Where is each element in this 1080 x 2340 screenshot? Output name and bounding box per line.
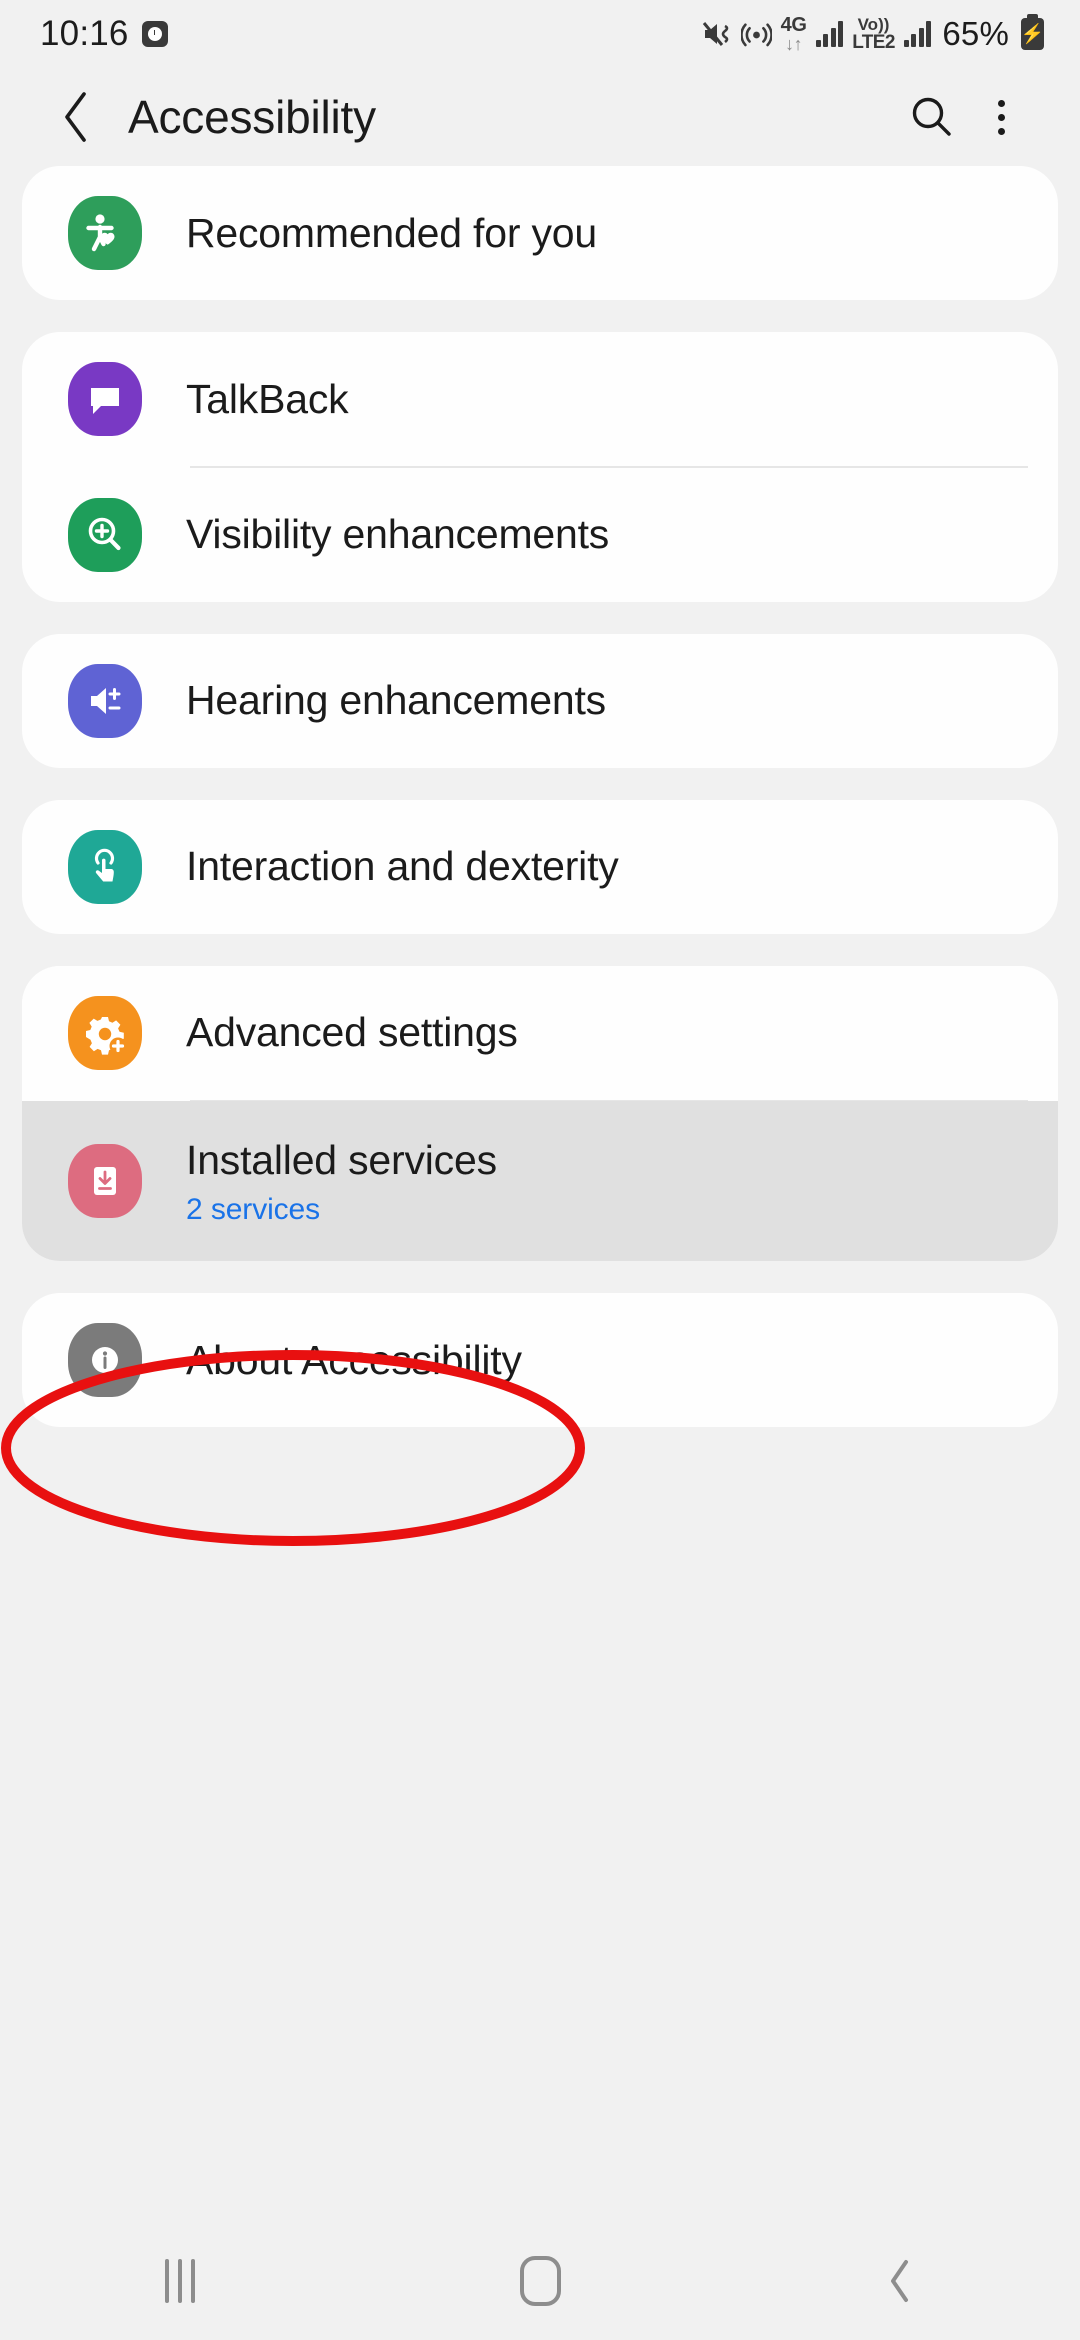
list-item-title: Interaction and dexterity (186, 843, 619, 890)
settings-group: TalkBack Visibility enhancements (22, 332, 1058, 602)
magnifier-plus-icon (68, 497, 142, 572)
status-bar-left: 10:16 (40, 14, 168, 54)
list-item-text: Advanced settings (186, 1007, 518, 1057)
settings-group: Advanced settings Installed services 2 s… (22, 965, 1058, 1261)
signal-strength-sim1-icon (815, 21, 844, 47)
battery-charging-icon: ⚡ (1021, 14, 1044, 50)
settings-list: Recommended for you TalkBack Visibility … (0, 166, 1080, 1459)
list-item-title: Recommended for you (186, 209, 597, 256)
touch-hand-icon (68, 829, 142, 904)
alarm-clock-icon (141, 21, 168, 47)
list-item-text: Installed services 2 services (186, 1135, 497, 1226)
list-item-text: Recommended for you (186, 208, 597, 258)
list-item-interaction-and-dexterity[interactable]: Interaction and dexterity (22, 800, 1058, 934)
page-title: Accessibility (128, 91, 376, 143)
mobile-hotspot-icon (740, 19, 772, 49)
list-item-installed-services[interactable]: Installed services 2 services (22, 1101, 1058, 1261)
speaker-plus-minus-icon (68, 663, 142, 738)
back-chevron-icon[interactable] (46, 87, 106, 147)
volte-indicator-icon: Vo)) LTE2 (852, 14, 895, 53)
list-item-title: About Accessibility (186, 1336, 522, 1383)
accessibility-person-heart-icon (68, 196, 142, 270)
accessibility-settings-screen: 10:16 4G ↓↑ Vo)) LTE2 65% ⚡ Accessibilit… (0, 0, 1080, 2340)
status-bar: 10:16 4G ↓↑ Vo)) LTE2 65% ⚡ (0, 0, 1080, 68)
list-item-text: TalkBack (186, 374, 349, 424)
home-icon[interactable] (455, 2231, 625, 2331)
info-circle-icon (68, 1323, 142, 1397)
settings-group: Interaction and dexterity (22, 799, 1058, 934)
search-icon[interactable] (896, 82, 966, 152)
list-item-title: Visibility enhancements (186, 511, 610, 558)
list-item-subtitle: 2 services (186, 1192, 321, 1226)
status-bar-clock: 10:16 (40, 14, 129, 53)
settings-group: Recommended for you (22, 166, 1058, 300)
speech-bubble-icon (68, 362, 142, 436)
list-item-about-accessibility[interactable]: About Accessibility (22, 1293, 1058, 1427)
list-item-text: About Accessibility (186, 1335, 522, 1385)
list-item-talkback[interactable]: TalkBack (22, 332, 1058, 466)
signal-strength-sim2-icon (903, 21, 932, 47)
battery-percent-label: 65% (942, 15, 1009, 52)
list-item-advanced-settings[interactable]: Advanced settings (22, 965, 1058, 1100)
list-item-recommended-for-you[interactable]: Recommended for you (22, 166, 1058, 300)
system-navigation-bar (0, 2222, 1080, 2340)
list-item-hearing-enhancements[interactable]: Hearing enhancements (22, 634, 1058, 768)
list-item-title: Hearing enhancements (186, 677, 606, 724)
sound-off-vibrate-icon (702, 20, 732, 48)
recents-icon[interactable] (95, 2231, 265, 2331)
list-item-text: Interaction and dexterity (186, 841, 619, 891)
list-item-title: Installed services (186, 1137, 497, 1184)
more-options-icon[interactable] (966, 82, 1036, 152)
list-item-text: Hearing enhancements (186, 675, 606, 725)
list-item-visibility-enhancements[interactable]: Visibility enhancements (22, 468, 1058, 602)
gear-plus-icon (68, 995, 142, 1070)
list-item-text: Visibility enhancements (186, 509, 609, 559)
settings-group: About Accessibility (22, 1293, 1058, 1427)
back-icon[interactable] (815, 2231, 985, 2331)
list-item-title: TalkBack (186, 375, 349, 422)
network-type-indicator: 4G ↓↑ (780, 14, 807, 54)
settings-group: Hearing enhancements (22, 633, 1058, 768)
app-header: Accessibility (0, 68, 1080, 166)
status-bar-right: 4G ↓↑ Vo)) LTE2 65% ⚡ (702, 14, 1044, 54)
list-item-title: Advanced settings (186, 1009, 518, 1056)
download-service-icon (68, 1144, 142, 1218)
